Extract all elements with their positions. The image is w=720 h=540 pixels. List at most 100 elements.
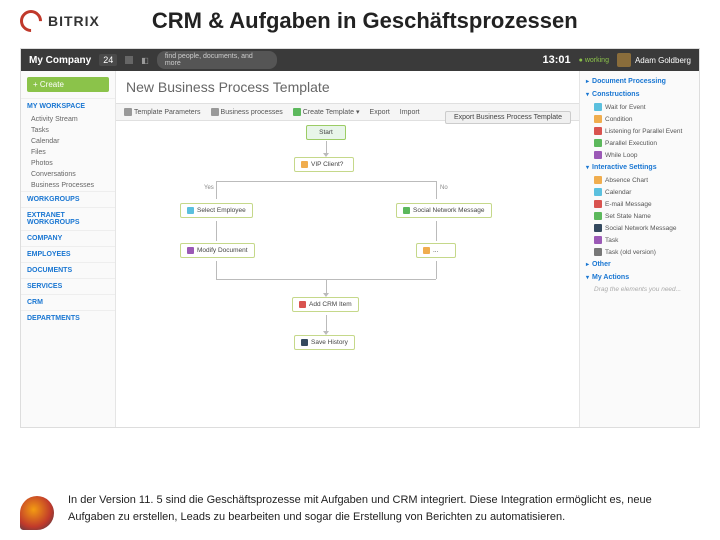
connector: [216, 181, 436, 182]
parallel-icon: [594, 139, 602, 147]
tool-processes[interactable]: Business processes: [211, 108, 283, 116]
plus-icon: [293, 108, 301, 116]
search-input[interactable]: find people, documents, and more: [157, 51, 277, 69]
user-menu[interactable]: Adam Goldberg: [617, 53, 691, 67]
grid-icon[interactable]: [125, 56, 133, 64]
social-icon: [594, 224, 602, 232]
loop-icon: [594, 151, 602, 159]
palette-item[interactable]: E-mail Message: [584, 198, 695, 210]
palette-item[interactable]: Social Network Message: [584, 222, 695, 234]
email-icon: [594, 200, 602, 208]
calendar-icon: [594, 188, 602, 196]
palette-item[interactable]: Wait for Event: [584, 101, 695, 113]
collapse-icon[interactable]: ◧: [141, 56, 149, 65]
company-name: My Company: [29, 55, 91, 66]
tool-export[interactable]: Export: [370, 108, 390, 116]
palette-item[interactable]: Task: [584, 234, 695, 246]
nav-section[interactable]: WORKGROUPS: [21, 191, 115, 207]
message-icon: [403, 207, 410, 214]
logo-icon: [15, 5, 46, 36]
palette-item[interactable]: Calendar: [584, 186, 695, 198]
nav-item[interactable]: Business Processes: [21, 180, 115, 191]
nav-section[interactable]: DOCUMENTS: [21, 262, 115, 278]
nav-item[interactable]: Conversations: [21, 169, 115, 180]
listen-icon: [594, 127, 602, 135]
left-sidebar: + Create MY WORKSPACE Activity Stream Ta…: [21, 71, 116, 428]
nav-section[interactable]: EXTRANET WORKGROUPS: [21, 207, 115, 230]
tool-create[interactable]: Create Template▾: [293, 108, 360, 116]
palette-section[interactable]: Document Processing: [584, 75, 695, 88]
connector: [216, 181, 217, 199]
slide-footer: In der Version 11. 5 sind die Geschäftsp…: [20, 492, 700, 530]
nav-section[interactable]: COMPANY: [21, 230, 115, 246]
palette-section[interactable]: My Actions: [584, 271, 695, 284]
edit-icon: [187, 247, 194, 254]
process-icon: [211, 108, 219, 116]
nav-item[interactable]: Photos: [21, 158, 115, 169]
app-topbar: My Company 24 ◧ find people, documents, …: [21, 49, 699, 71]
connector: [436, 261, 437, 279]
palette-item[interactable]: Listening for Parallel Event: [584, 125, 695, 137]
connector: [436, 181, 437, 199]
flow-node[interactable]: Add CRM Item: [292, 297, 359, 312]
palette-section[interactable]: Constructions: [584, 88, 695, 101]
nav-section[interactable]: DEPARTMENTS: [21, 310, 115, 326]
connector: [216, 221, 217, 241]
brand-logo: BITRIX: [20, 10, 100, 32]
absence-icon: [594, 176, 602, 184]
nav-section[interactable]: CRM: [21, 294, 115, 310]
app-body: + Create MY WORKSPACE Activity Stream Ta…: [21, 71, 699, 428]
nav-section[interactable]: EMPLOYEES: [21, 246, 115, 262]
status-indicator: ● working: [579, 57, 609, 64]
action-palette: Document Processing Constructions Wait f…: [579, 71, 699, 428]
page-title: New Business Process Template: [116, 71, 579, 103]
history-icon: [301, 339, 308, 346]
palette-item[interactable]: Task (old version): [584, 246, 695, 258]
flow-node[interactable]: ...: [416, 243, 456, 258]
app-window: My Company 24 ◧ find people, documents, …: [20, 48, 700, 428]
palette-item[interactable]: While Loop: [584, 149, 695, 161]
palette-section[interactable]: Other: [584, 258, 695, 271]
flowchart[interactable]: Start VIP Client? Yes No Select Employee…: [116, 121, 579, 411]
nav-item[interactable]: Files: [21, 147, 115, 158]
nav-item[interactable]: Tasks: [21, 125, 115, 136]
butterfly-icon: [20, 496, 54, 530]
palette-item[interactable]: Set State Name: [584, 210, 695, 222]
connector: [216, 261, 217, 279]
flow-node[interactable]: Social Network Message: [396, 203, 492, 218]
user-name: Adam Goldberg: [635, 56, 691, 65]
palette-hint: Drag the elements you need...: [584, 284, 695, 295]
canvas-area: New Business Process Template Template P…: [116, 71, 579, 428]
crm-icon: [299, 301, 306, 308]
task-old-icon: [594, 248, 602, 256]
wait-icon: [594, 103, 602, 111]
nav-item[interactable]: Calendar: [21, 136, 115, 147]
branch-yes: Yes: [204, 185, 214, 191]
flow-node[interactable]: Modify Document: [180, 243, 255, 258]
create-button[interactable]: + Create: [27, 77, 109, 92]
nav-section[interactable]: SERVICES: [21, 278, 115, 294]
nav-section-workspace[interactable]: MY WORKSPACE: [21, 98, 115, 114]
flow-node[interactable]: Select Employee: [180, 203, 253, 218]
user-icon: [187, 207, 194, 214]
task-icon: [594, 236, 602, 244]
palette-item[interactable]: Condition: [584, 113, 695, 125]
palette-section[interactable]: Interactive Settings: [584, 161, 695, 174]
condition-icon: [301, 161, 308, 168]
flow-condition-node[interactable]: VIP Client?: [294, 157, 354, 172]
flow-node[interactable]: Save History: [294, 335, 355, 350]
nav-item[interactable]: Activity Stream: [21, 114, 115, 125]
company-badge: 24: [99, 54, 117, 66]
clock: 13:01: [543, 54, 571, 66]
misc-icon: [423, 247, 430, 254]
palette-item[interactable]: Absence Chart: [584, 174, 695, 186]
state-icon: [594, 212, 602, 220]
palette-item[interactable]: Parallel Execution: [584, 137, 695, 149]
slide-title: CRM & Aufgaben in Geschäftsprozessen: [152, 8, 578, 34]
main-area: New Business Process Template Template P…: [116, 71, 699, 428]
tool-params[interactable]: Template Parameters: [124, 108, 201, 116]
connector: [436, 221, 437, 241]
flow-start-node[interactable]: Start: [306, 125, 346, 140]
tool-import[interactable]: Import: [400, 108, 420, 116]
brand-name: BITRIX: [48, 13, 100, 29]
